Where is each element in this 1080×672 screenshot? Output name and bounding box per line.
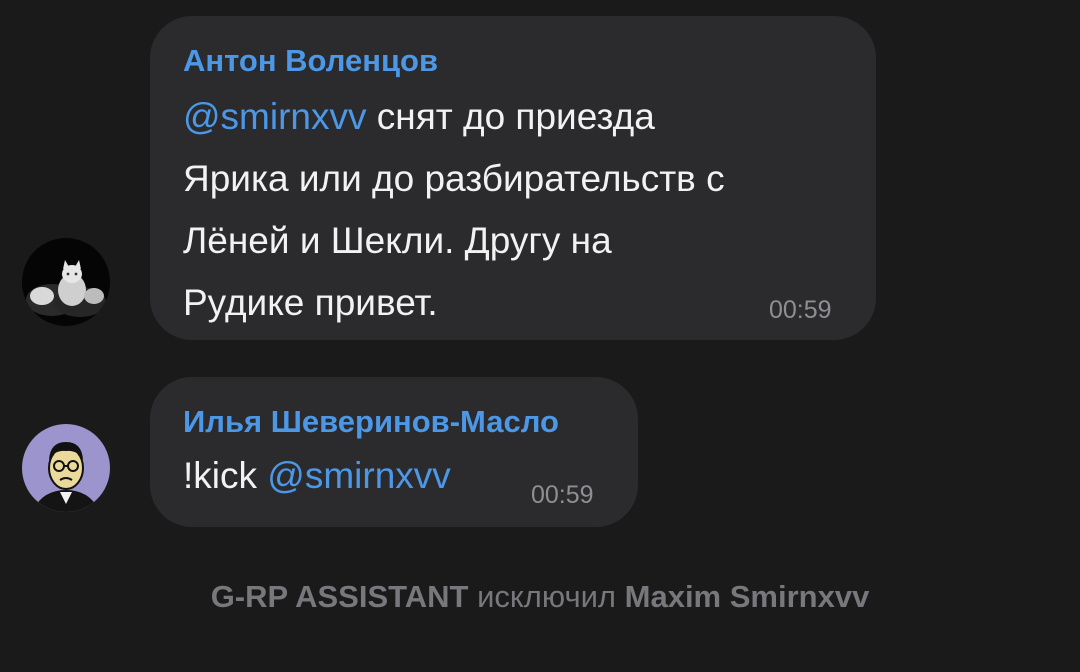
command-text: !kick — [183, 455, 268, 496]
message-text-line: Ярика или до разбирательств с — [183, 158, 725, 199]
message-time: 00:59 — [769, 296, 832, 324]
mention-link[interactable]: @smirnxvv — [267, 455, 451, 496]
message-text: @smirnxvv снят до приезда Ярика или до р… — [183, 86, 863, 334]
cartoon-man-avatar-icon — [22, 424, 110, 512]
message-text-line: снят до приезда — [366, 96, 655, 137]
mention-link[interactable]: @smirnxvv — [183, 96, 367, 137]
message-time: 00:59 — [531, 481, 594, 509]
service-action: исключил — [468, 579, 625, 614]
service-target[interactable]: Maxim Smirnxvv — [625, 579, 870, 614]
message-bubble-2[interactable]: Илья Шеверинов-Масло !kick @smirnxvv 00:… — [150, 377, 638, 527]
message-bubble-1[interactable]: Антон Воленцов @smirnxvv снят до приезда… — [150, 16, 876, 340]
message-text: !kick @smirnxvv — [183, 445, 451, 507]
cat-avatar-icon — [22, 238, 110, 326]
avatar-anton[interactable] — [22, 238, 110, 326]
service-actor[interactable]: G-RP ASSISTANT — [211, 579, 469, 614]
message-text-line: Лёней и Шекли. Другу на — [183, 220, 612, 261]
service-message: G-RP ASSISTANT исключил Maxim Smirnxvv — [0, 579, 1080, 615]
avatar-ilya[interactable] — [22, 424, 110, 512]
message-sender[interactable]: Илья Шеверинов-Масло — [183, 404, 559, 440]
message-sender[interactable]: Антон Воленцов — [183, 43, 438, 79]
message-text-line: Рудике привет. — [183, 282, 438, 323]
